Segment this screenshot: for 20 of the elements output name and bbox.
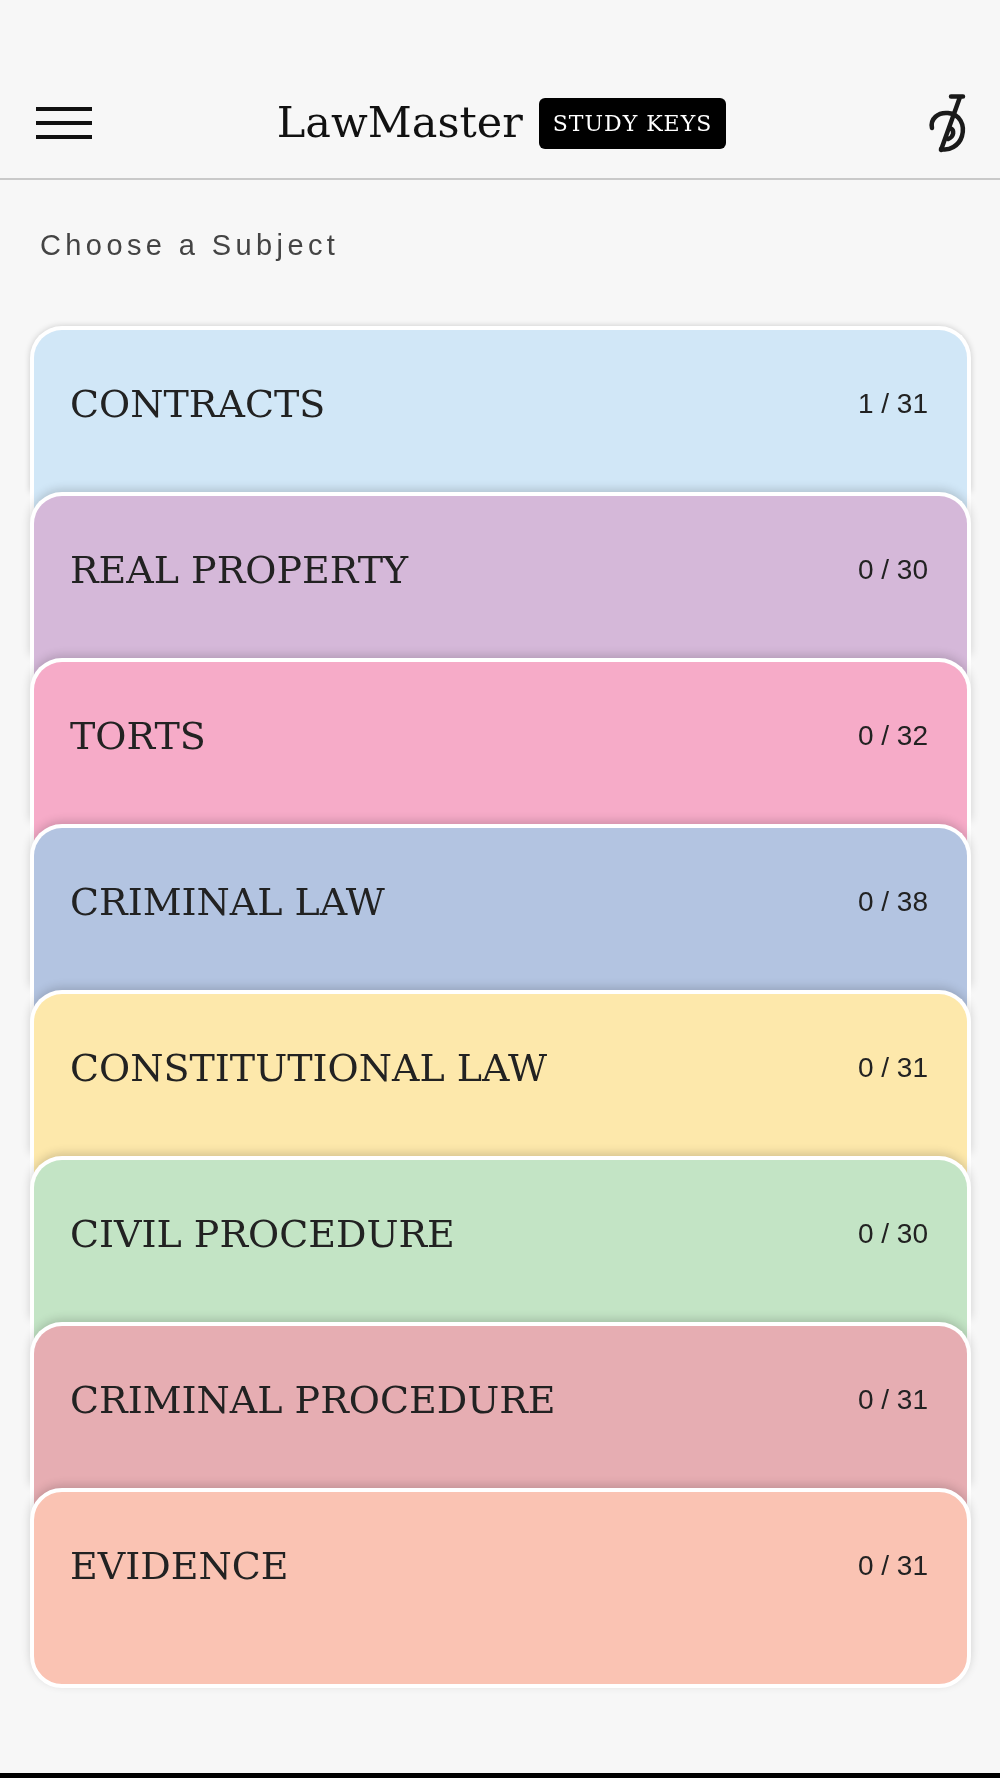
progress-count: 0 / 38 (857, 885, 928, 919)
progress-count: 0 / 31 (857, 1051, 928, 1085)
subject-title: CONTRACTS (70, 381, 326, 428)
progress-count: 0 / 30 (857, 553, 928, 587)
section-heading: Choose a Subject (40, 228, 340, 262)
progress-count: 0 / 31 (857, 1549, 928, 1583)
subject-title: CONSTITUTIONAL LAW (70, 1045, 547, 1092)
subject-title: CRIMINAL PROCEDURE (70, 1377, 556, 1424)
progress-count: 0 / 32 (857, 719, 928, 753)
progress-count: 0 / 31 (857, 1383, 928, 1417)
subject-title: TORTS (70, 713, 206, 760)
app-badge: STUDY KEYS (538, 97, 727, 149)
app-title: LawMaster (276, 99, 523, 147)
subject-title: CRIMINAL LAW (70, 879, 385, 926)
subject-title: REAL PROPERTY (70, 547, 409, 594)
progress-count: 1 / 31 (857, 387, 928, 421)
subject-card[interactable]: EVIDENCE 0 / 31 (30, 1488, 971, 1688)
progress-count: 0 / 30 (857, 1217, 928, 1251)
subject-title: CIVIL PROCEDURE (70, 1211, 455, 1258)
subject-title: EVIDENCE (70, 1543, 289, 1590)
